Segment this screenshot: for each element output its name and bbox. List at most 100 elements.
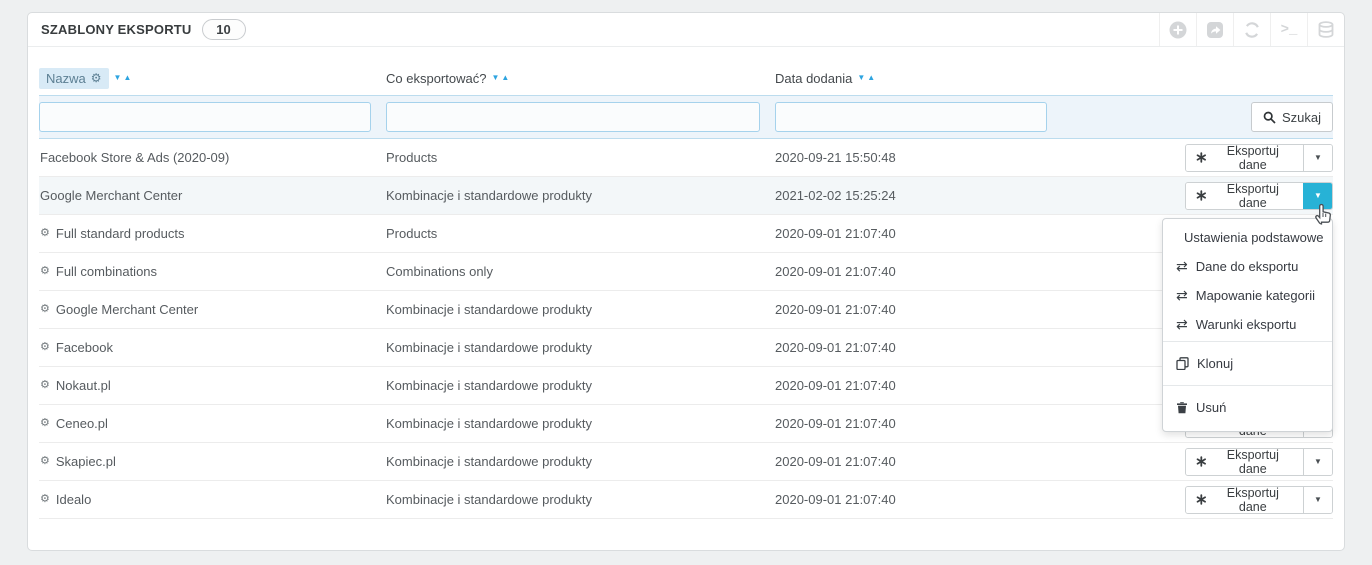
export-templates-panel: SZABLONY EKSPORTU 10 >_ Nazwa ⚙ ▼ ▲ Co e… — [27, 12, 1345, 551]
export-data-button[interactable]: Eksportuj dane — [1186, 486, 1303, 513]
export-dropdown-toggle[interactable]: ▼ — [1302, 144, 1332, 171]
menu-item-clone[interactable]: Klonuj — [1163, 344, 1332, 383]
date-filter-input[interactable] — [775, 102, 1047, 132]
template-what: Kombinacje i standardowe produkty — [386, 188, 592, 203]
table-row[interactable]: ⚙ Full combinations Combinations only 20… — [39, 253, 1333, 291]
table-row[interactable]: ⚙ Facebook Kombinacje i standardowe prod… — [39, 329, 1333, 367]
asterisk-icon — [1196, 494, 1206, 505]
template-name: Skapiec.pl — [55, 454, 116, 469]
menu-item-export-data[interactable]: ⇄ Dane do eksportu — [1163, 252, 1332, 281]
export-data-button[interactable]: Eksportuj dane — [1186, 448, 1303, 475]
search-button[interactable]: Szukaj — [1250, 102, 1333, 132]
filter-row: Szukaj — [39, 95, 1333, 139]
template-what: Products — [386, 150, 438, 165]
template-what: Kombinacje i standardowe produkty — [386, 340, 592, 355]
template-name: Full combinations — [55, 264, 158, 279]
table-row[interactable]: ⚙ Ceneo.pl Kombinacje i standardowe prod… — [39, 405, 1333, 443]
heading-toolbar: >_ — [1159, 13, 1344, 46]
template-what: Kombinacje i standardowe produkty — [386, 416, 592, 431]
template-name: Facebook — [55, 340, 113, 355]
sort-arrows-date[interactable]: ▼ ▲ — [857, 74, 875, 82]
export-data-button[interactable]: Eksportuj dane — [1186, 144, 1303, 171]
caret-down-icon: ▼ — [1314, 495, 1322, 504]
caret-down-icon: ▼ — [1314, 153, 1322, 162]
table-row[interactable]: ⚙ Skapiec.pl Kombinacje i standardowe pr… — [39, 443, 1333, 481]
template-what: Kombinacje i standardowe produkty — [386, 454, 592, 469]
gear-icon: ⚙ — [40, 417, 50, 429]
gear-icon: ⚙ — [40, 455, 50, 467]
gear-icon: ⚙ — [40, 303, 50, 315]
asterisk-icon — [1196, 456, 1206, 467]
template-date: 2021-02-02 15:25:24 — [775, 188, 896, 203]
sort-desc-icon[interactable]: ▼ — [114, 74, 122, 82]
template-name: Google Merchant Center — [55, 302, 199, 317]
name-filter-pill[interactable]: Nazwa ⚙ — [39, 67, 109, 89]
menu-divider — [1163, 340, 1332, 342]
trash-icon — [1177, 401, 1187, 413]
template-what: Kombinacje i standardowe produkty — [386, 302, 592, 317]
terminal-icon[interactable]: >_ — [1270, 13, 1307, 46]
template-what: Combinations only — [386, 264, 493, 279]
sort-asc-icon[interactable]: ▲ — [501, 74, 509, 82]
column-header-date: Data dodania ▼ ▲ — [775, 70, 876, 86]
panel-heading: SZABLONY EKSPORTU 10 >_ — [28, 13, 1344, 47]
export-dropdown-toggle[interactable]: ▼ — [1302, 448, 1332, 475]
gear-icon: ⚙ — [40, 341, 50, 353]
sort-arrows-name[interactable]: ▼ ▲ — [114, 74, 132, 82]
table-area: Nazwa ⚙ ▼ ▲ Co eksportować? ▼ ▲ Data dod… — [28, 47, 1344, 519]
menu-item-export-conditions[interactable]: ⇄ Warunki eksportu — [1163, 310, 1332, 339]
column-header-what: Co eksportować? ▼ ▲ — [386, 70, 510, 86]
menu-item-basic-settings[interactable]: Ustawienia podstawowe — [1163, 223, 1332, 252]
template-name: Google Merchant Center — [40, 188, 183, 203]
page-title: SZABLONY EKSPORTU — [41, 22, 192, 37]
template-date: 2020-09-01 21:07:40 — [775, 454, 896, 469]
table-row[interactable]: ⚙ Idealo Kombinacje i standardowe produk… — [39, 481, 1333, 519]
what-filter-input[interactable] — [386, 102, 760, 132]
gear-icon: ⚙ — [40, 265, 50, 277]
export-data-button[interactable]: Eksportuj dane — [1186, 182, 1303, 209]
template-name: Facebook Store & Ads (2020-09) — [40, 150, 230, 165]
asterisk-icon — [1196, 152, 1206, 163]
export-dropdown-toggle[interactable]: ▼ — [1302, 486, 1332, 513]
export-dropdown-toggle[interactable]: ▼ — [1302, 182, 1332, 209]
table-row[interactable]: ⚙ Google Merchant Center Kombinacje i st… — [39, 291, 1333, 329]
menu-item-delete[interactable]: Usuń — [1163, 388, 1332, 427]
template-what: Kombinacje i standardowe produkty — [386, 492, 592, 507]
sort-asc-icon[interactable]: ▲ — [867, 74, 875, 82]
gear-icon: ⚙ — [40, 379, 50, 391]
add-icon[interactable] — [1159, 13, 1196, 46]
template-date: 2020-09-01 21:07:40 — [775, 226, 896, 241]
sort-desc-icon[interactable]: ▼ — [491, 74, 499, 82]
template-date: 2020-09-01 21:07:40 — [775, 416, 896, 431]
sort-arrows-what[interactable]: ▼ ▲ — [491, 74, 509, 82]
template-date: 2020-09-01 21:07:40 — [775, 492, 896, 507]
gear-icon: ⚙ — [40, 227, 50, 239]
menu-item-category-mapping[interactable]: ⇄ Mapowanie kategorii — [1163, 281, 1332, 310]
column-header-row: Nazwa ⚙ ▼ ▲ Co eksportować? ▼ ▲ Data dod… — [39, 61, 1333, 95]
refresh-icon[interactable] — [1233, 13, 1270, 46]
gear-icon: ⚙ — [40, 493, 50, 505]
table-row[interactable]: Facebook Store & Ads (2020-09) Products … — [39, 139, 1333, 177]
template-date: 2020-09-01 21:07:40 — [775, 378, 896, 393]
table-row[interactable]: Google Merchant Center Kombinacje i stan… — [39, 177, 1333, 432]
search-icon — [1263, 111, 1276, 124]
sort-asc-icon[interactable]: ▲ — [123, 74, 131, 82]
asterisk-icon — [1196, 190, 1206, 201]
clone-icon — [1176, 356, 1189, 370]
template-what: Products — [386, 226, 438, 241]
template-date: 2020-09-01 21:07:40 — [775, 340, 896, 355]
template-name: Full standard products — [55, 226, 185, 241]
template-date: 2020-09-21 15:50:48 — [775, 150, 896, 165]
table-row[interactable]: ⚙ Nokaut.pl Kombinacje i standardowe pro… — [39, 367, 1333, 405]
sort-desc-icon[interactable]: ▼ — [857, 74, 865, 82]
menu-divider — [1163, 384, 1332, 386]
caret-down-icon: ▼ — [1314, 457, 1322, 466]
template-name: Ceneo.pl — [55, 416, 108, 431]
table-row[interactable]: ⚙ Full standard products Products 2020-0… — [39, 215, 1333, 253]
template-date: 2020-09-01 21:07:40 — [775, 264, 896, 279]
sql-icon[interactable] — [1307, 13, 1344, 46]
transfer-icon: ⇄ — [1176, 258, 1188, 274]
template-what: Kombinacje i standardowe produkty — [386, 378, 592, 393]
name-filter-input[interactable] — [39, 102, 371, 132]
export-icon[interactable] — [1196, 13, 1233, 46]
